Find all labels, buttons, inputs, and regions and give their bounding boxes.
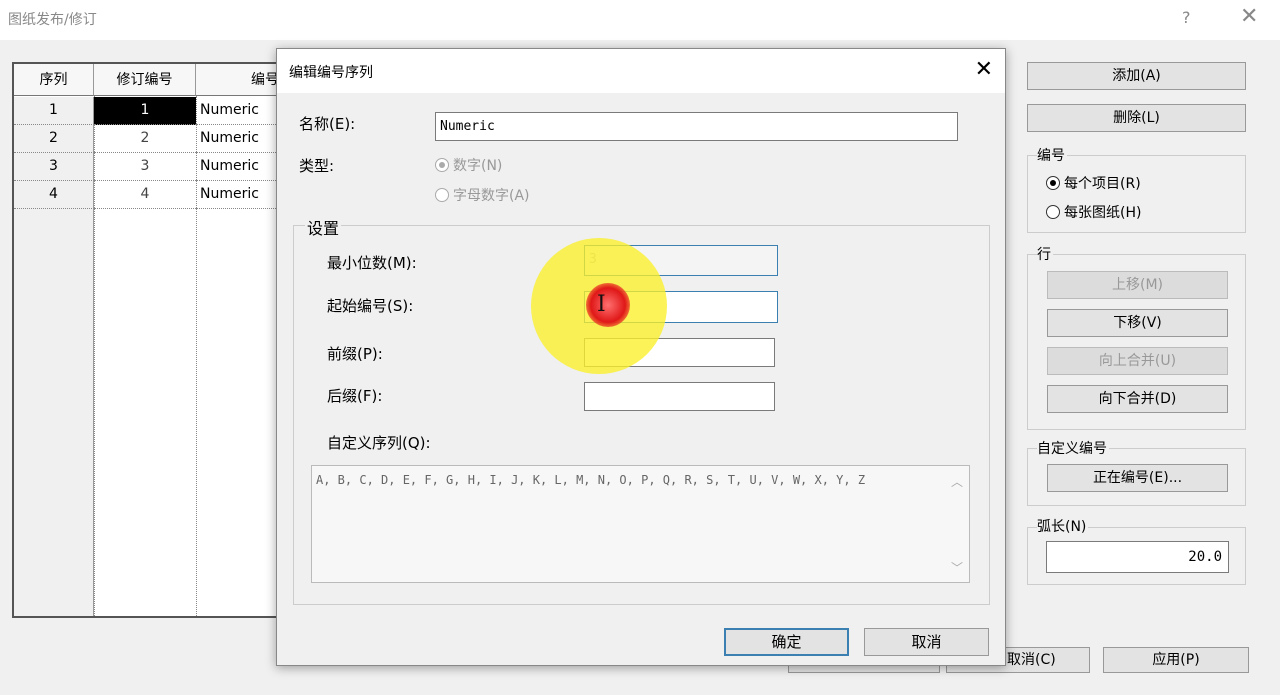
numbering-settings-button[interactable]: 正在编号(E)... <box>1047 464 1228 492</box>
name-input[interactable]: Numeric <box>435 112 958 141</box>
scroll-up-icon[interactable]: ︿ <box>951 472 963 492</box>
arc-length-label: 弧长(N) <box>1037 516 1089 536</box>
radio-selected-icon <box>1046 176 1060 190</box>
cell-sequence[interactable]: 2 <box>14 125 94 153</box>
move-down-button[interactable]: 下移(V) <box>1047 309 1228 337</box>
type-label: 类型: <box>299 157 335 175</box>
column-header-revision-number[interactable]: 修订编号 <box>94 64 196 96</box>
cell-sequence[interactable]: 1 <box>14 97 94 125</box>
column-header-sequence[interactable]: 序列 <box>14 64 94 96</box>
cell-numbering[interactable]: Numeric <box>196 153 280 181</box>
type-numeric-radio[interactable]: 数字(N) <box>435 155 502 175</box>
scroll-down-icon[interactable]: ﹀ <box>951 558 963 578</box>
revisions-table: 序列 修订编号 编号 1 1 Numeric 2 2 Numeric 3 3 N… <box>12 62 282 618</box>
custom-numbering-label: 自定义编号 <box>1037 438 1109 458</box>
apply-button[interactable]: 应用(P) <box>1103 647 1249 673</box>
start-number-input[interactable] <box>584 291 778 323</box>
radio-unselected-icon <box>435 188 449 202</box>
add-button[interactable]: 添加(A) <box>1027 62 1246 90</box>
cell-numbering[interactable]: Numeric <box>196 97 280 125</box>
window-titlebar: 图纸发布/修订 ? ✕ <box>0 0 1280 40</box>
cell-numbering[interactable]: Numeric <box>196 181 280 209</box>
suffix-input[interactable] <box>584 382 775 411</box>
custom-sequence-text: A, B, C, D, E, F, G, H, I, J, K, L, M, N… <box>316 473 866 487</box>
prefix-input[interactable] <box>584 338 775 367</box>
type-alphanumeric-radio[interactable]: 字母数字(A) <box>435 185 530 205</box>
settings-label: 设置 <box>305 215 342 239</box>
dialog-title: 编辑编号序列 <box>289 65 373 81</box>
move-up-button[interactable]: 上移(M) <box>1047 271 1228 299</box>
arc-length-input[interactable]: 20.0 <box>1046 541 1229 573</box>
edit-numbering-sequence-dialog: 编辑编号序列 ✕ 名称(E): Numeric 类型: 数字(N) 字母数字(A… <box>276 48 1006 666</box>
cell-sequence[interactable]: 4 <box>14 181 94 209</box>
row-group-label: 行 <box>1037 244 1053 264</box>
custom-sequence-label: 自定义序列(Q): <box>327 434 431 452</box>
window-close-icon[interactable]: ✕ <box>1240 4 1258 29</box>
cell-revision-number[interactable]: 4 <box>94 181 196 209</box>
dialog-titlebar: 编辑编号序列 ✕ <box>277 49 1005 93</box>
merge-down-button[interactable]: 向下合并(D) <box>1047 385 1228 413</box>
start-number-label: 起始编号(S): <box>327 297 414 315</box>
cell-revision-number[interactable]: 3 <box>94 153 196 181</box>
name-label: 名称(E): <box>299 115 356 133</box>
window-title: 图纸发布/修订 <box>8 12 97 28</box>
delete-button[interactable]: 删除(L) <box>1027 104 1246 132</box>
radio-selected-icon <box>435 158 449 172</box>
min-digits-input[interactable]: 3 <box>584 245 778 276</box>
numbering-group-label: 编号 <box>1037 145 1067 165</box>
cell-numbering[interactable]: Numeric <box>196 125 280 153</box>
column-header-numbering[interactable]: 编号 <box>196 64 280 96</box>
dialog-close-icon[interactable]: ✕ <box>975 57 993 82</box>
radio-per-project[interactable]: 每个项目(R) <box>1046 173 1141 193</box>
help-icon[interactable]: ? <box>1182 8 1191 27</box>
prefix-label: 前缀(P): <box>327 345 383 363</box>
radio-per-sheet[interactable]: 每张图纸(H) <box>1046 202 1141 222</box>
suffix-label: 后缀(F): <box>327 387 383 405</box>
custom-sequence-textarea[interactable]: A, B, C, D, E, F, G, H, I, J, K, L, M, N… <box>311 465 970 583</box>
cell-revision-number[interactable]: 2 <box>94 125 196 153</box>
merge-up-button[interactable]: 向上合并(U) <box>1047 347 1228 375</box>
ok-button[interactable]: 确定 <box>724 628 849 656</box>
cell-sequence[interactable]: 3 <box>14 153 94 181</box>
min-digits-label: 最小位数(M): <box>327 254 417 272</box>
radio-unselected-icon <box>1046 205 1060 219</box>
cancel-button[interactable]: 取消 <box>864 628 989 656</box>
cell-revision-number-selected[interactable]: 1 <box>94 97 196 125</box>
